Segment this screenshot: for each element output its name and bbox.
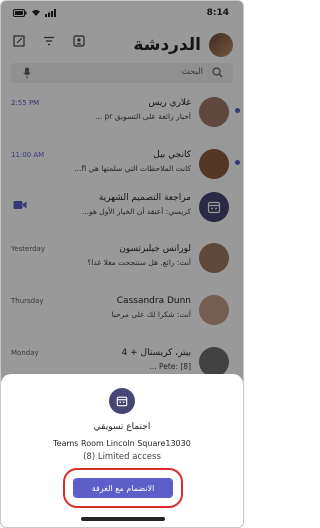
room-name: Teams Room Lincoln Square13030 [53, 439, 191, 448]
home-indicator [81, 517, 165, 521]
meeting-title: اجتماع تسويقي [93, 422, 151, 432]
calendar-icon [116, 396, 128, 407]
meeting-icon-badge [109, 388, 135, 414]
phone-screen: 8:14 الدردشة البحث غلاري ريس أخبار رائعة… [0, 0, 244, 528]
join-room-sheet: اجتماع تسويقي Teams Room Lincoln Square1… [1, 374, 243, 527]
access-info: (8) Limited access [83, 452, 161, 462]
join-with-room-button[interactable]: الانضمام مع الغرفة [73, 478, 173, 498]
